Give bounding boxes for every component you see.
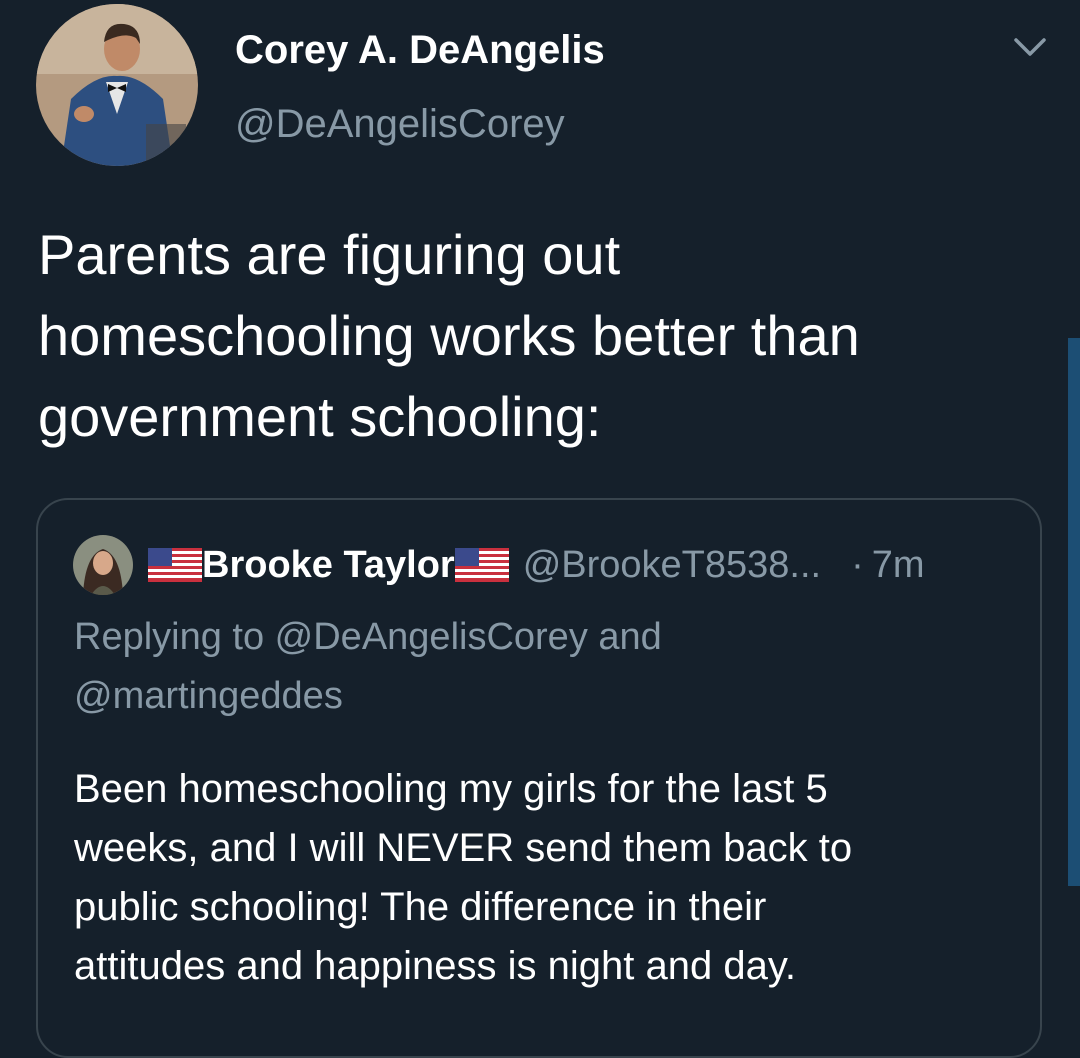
replying-to-line: @martingeddes (74, 675, 343, 717)
quoted-author-name[interactable]: Brooke Taylor (202, 544, 455, 587)
quoted-text-line: attitudes and happiness is night and day… (74, 944, 796, 988)
quoted-author-avatar[interactable] (73, 535, 133, 595)
us-flag-icon (454, 548, 509, 582)
quoted-text-line: public schooling! The difference in thei… (74, 885, 767, 929)
replying-to-line: Replying to @DeAngelisCorey and (74, 616, 662, 658)
tweet-text: Parents are figuring out homeschooling w… (38, 214, 1048, 457)
replying-to: Replying to @DeAngelisCorey and @marting… (74, 608, 1014, 726)
author-name[interactable]: Corey A. DeAngelis (235, 28, 605, 73)
quoted-tweet-header: Brooke Taylor @BrookeT8538... · 7m (148, 540, 925, 590)
tweet-text-line: Parents are figuring out (38, 223, 621, 286)
author-avatar[interactable] (36, 4, 198, 166)
scroll-indicator[interactable] (1068, 338, 1080, 886)
quoted-author-handle[interactable]: @BrookeT8538... (523, 544, 821, 587)
quoted-text-line: weeks, and I will NEVER send them back t… (74, 826, 853, 870)
tweet-text-line: government schooling: (38, 385, 602, 448)
separator-dot: · (851, 543, 864, 586)
tweet-text-line: homeschooling works better than (38, 304, 860, 367)
chevron-down-icon[interactable] (1010, 32, 1050, 62)
quoted-tweet-timestamp[interactable]: 7m (872, 544, 925, 587)
quoted-tweet-text: Been homeschooling my girls for the last… (74, 760, 1014, 996)
author-handle[interactable]: @DeAngelisCorey (235, 102, 565, 147)
us-flag-icon (148, 548, 202, 582)
quoted-text-line: Been homeschooling my girls for the last… (74, 767, 828, 811)
